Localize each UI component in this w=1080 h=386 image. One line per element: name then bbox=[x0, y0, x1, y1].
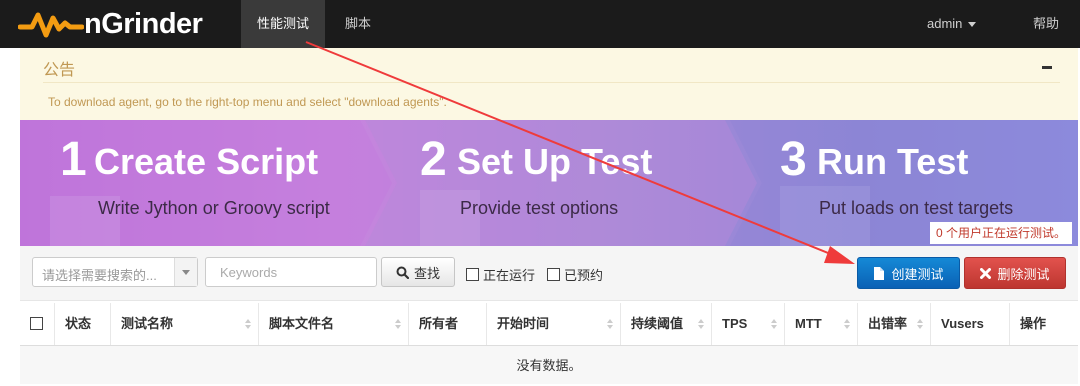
column-header[interactable]: 所有者 bbox=[408, 303, 486, 345]
close-icon bbox=[980, 267, 992, 279]
column-header[interactable]: 持续阈值 bbox=[620, 303, 711, 345]
column-label: 出错率 bbox=[868, 316, 908, 331]
column-header[interactable]: 测试名称 bbox=[110, 303, 258, 345]
sort-icon bbox=[698, 319, 704, 329]
step-1-number: 1 bbox=[60, 133, 87, 186]
step-2-title: Set Up Test bbox=[457, 141, 653, 182]
column-header[interactable]: Vusers bbox=[930, 303, 1009, 345]
column-header: 操作 bbox=[1009, 303, 1078, 345]
column-label: 开始时间 bbox=[497, 316, 550, 331]
find-button[interactable]: 查找 bbox=[381, 257, 455, 287]
column-label: 测试名称 bbox=[121, 316, 174, 331]
create-test-label: 创建测试 bbox=[891, 266, 944, 282]
file-icon bbox=[874, 266, 885, 280]
column-header[interactable]: TPS bbox=[711, 303, 784, 345]
keyword-input[interactable] bbox=[205, 257, 377, 287]
scheduled-label: 已预约 bbox=[564, 268, 604, 283]
step-2-number: 2 bbox=[420, 133, 447, 186]
step-3-title: Run Test bbox=[817, 141, 969, 182]
step-1-title: Create Script bbox=[94, 141, 319, 182]
running-filter[interactable]: 正在运行 bbox=[466, 265, 535, 284]
step-3-number: 3 bbox=[780, 133, 807, 186]
brand-name: nGrinder bbox=[84, 7, 203, 40]
column-header[interactable]: MTT bbox=[784, 303, 857, 345]
column-label: TPS bbox=[722, 316, 748, 331]
running-label: 正在运行 bbox=[483, 268, 536, 283]
scheduled-filter[interactable]: 已预约 bbox=[547, 265, 603, 284]
column-header[interactable]: 脚本文件名 bbox=[258, 303, 408, 345]
dropdown-arrow-icon[interactable] bbox=[174, 258, 197, 286]
user-name: admin bbox=[927, 16, 963, 31]
tab-script[interactable]: 脚本 bbox=[330, 0, 386, 48]
brand-logo[interactable]: nGrinder bbox=[18, 6, 203, 42]
sort-icon bbox=[607, 319, 613, 329]
sort-icon bbox=[395, 319, 401, 329]
sort-icon bbox=[917, 319, 923, 329]
user-menu[interactable]: admin bbox=[927, 0, 977, 48]
column-label: 脚本文件名 bbox=[269, 316, 335, 331]
select-placeholder: 请选择需要搜索的... bbox=[42, 268, 157, 283]
step-3-subtitle: Put loads on test targets bbox=[819, 198, 1014, 218]
workflow-banner: 1 Create Script Write Jython or Groovy s… bbox=[20, 120, 1078, 246]
scheduled-checkbox[interactable] bbox=[547, 268, 560, 281]
search-toolbar: 请选择需要搜索的... 查找 正在运行 已预约 创建测试 删除测试 bbox=[20, 246, 1078, 301]
running-users-status: 0 个用户正在运行测试。 bbox=[929, 222, 1072, 244]
test-list-table: 状态 测试名称 脚本文件名 所有者 开始时间 持续阈值 TPS MTT 出错率 … bbox=[20, 303, 1078, 384]
top-navbar: nGrinder 性能测试 脚本 admin 帮助 bbox=[0, 0, 1080, 48]
collapse-icon[interactable] bbox=[1042, 66, 1052, 69]
notice-divider bbox=[43, 82, 1060, 83]
column-label: 持续阈值 bbox=[631, 316, 684, 331]
delete-test-button[interactable]: 删除测试 bbox=[964, 257, 1066, 289]
notice-panel: 公告 To download agent, go to the right-to… bbox=[20, 48, 1078, 120]
sort-icon bbox=[844, 319, 850, 329]
sort-icon bbox=[771, 319, 777, 329]
select-all-checkbox[interactable] bbox=[30, 317, 43, 330]
select-all-cell bbox=[20, 303, 54, 345]
delete-test-label: 删除测试 bbox=[997, 266, 1050, 282]
running-checkbox[interactable] bbox=[466, 268, 479, 281]
step-1-subtitle: Write Jython or Groovy script bbox=[98, 198, 330, 218]
chevron-down-icon bbox=[968, 22, 977, 28]
notice-title: 公告 bbox=[43, 62, 76, 79]
search-icon bbox=[396, 266, 409, 279]
create-test-button[interactable]: 创建测试 bbox=[857, 257, 960, 289]
column-header[interactable]: 开始时间 bbox=[486, 303, 620, 345]
column-header[interactable]: 状态 bbox=[54, 303, 110, 345]
tab-performance-test[interactable]: 性能测试 bbox=[241, 0, 325, 48]
notice-body: To download agent, go to the right-top m… bbox=[48, 95, 447, 109]
step-2-subtitle: Provide test options bbox=[460, 198, 619, 218]
pulse-logo-icon bbox=[18, 12, 84, 38]
empty-table-message: 没有数据。 bbox=[20, 346, 1078, 384]
table-header: 状态 测试名称 脚本文件名 所有者 开始时间 持续阈值 TPS MTT 出错率 … bbox=[20, 303, 1078, 346]
column-label: MTT bbox=[795, 316, 822, 331]
help-link[interactable]: 帮助 bbox=[1033, 0, 1059, 48]
sort-icon bbox=[245, 319, 251, 329]
column-header[interactable]: 出错率 bbox=[857, 303, 930, 345]
find-label: 查找 bbox=[413, 265, 440, 281]
search-field-select[interactable]: 请选择需要搜索的... bbox=[32, 257, 198, 287]
